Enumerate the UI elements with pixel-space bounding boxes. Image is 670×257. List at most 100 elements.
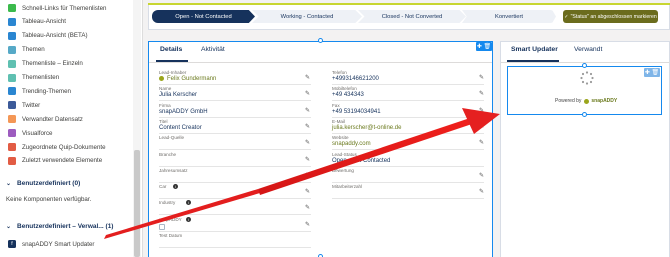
component-label: Visualforce — [22, 129, 53, 137]
path-stage-converted[interactable]: Konvertiert — [462, 10, 556, 23]
component-snapaddy-smart-updater[interactable]: f snapADDY Smart Updater — [0, 237, 133, 251]
delete-icon[interactable]: 🗑 — [652, 69, 660, 76]
component-item[interactable]: Twitter — [0, 98, 133, 112]
edit-pencil-icon[interactable]: ✎ — [305, 123, 310, 130]
component-item[interactable]: Tableau-Ansicht — [0, 15, 133, 29]
delete-icon[interactable]: 🗑 — [484, 43, 492, 50]
field-divider — [332, 100, 484, 102]
tab-details[interactable]: Details — [160, 46, 182, 53]
field-value: +4993146621200 — [332, 76, 379, 82]
component-actions[interactable]: ✚ 🗑 — [644, 68, 660, 77]
component-label: Themenliste – Einzeln — [22, 60, 83, 68]
tableau-icon — [8, 17, 16, 26]
edit-pencil-icon[interactable]: ✎ — [305, 204, 310, 211]
component-item[interactable]: Schnell-Links für Themenlisten — [0, 1, 133, 15]
tableau-beta-icon — [8, 31, 16, 40]
topics-icon — [8, 45, 16, 54]
component-actions[interactable]: ✚ 🗑 — [476, 42, 492, 51]
topic-list-single-icon — [8, 59, 16, 68]
field-value: Julia Kerscher — [159, 92, 198, 99]
component-item[interactable]: Verwandter Datensatz — [0, 112, 133, 126]
snapaddy-brand: snapADDY — [591, 98, 618, 104]
field-label: Website — [332, 135, 349, 141]
field-label: Lead-Inhaber — [159, 70, 187, 75]
path-stage-closed[interactable]: Closed - Not Converted — [358, 10, 466, 23]
move-icon[interactable]: ✚ — [477, 43, 482, 50]
resize-handle-top[interactable] — [318, 38, 323, 43]
edit-pencil-icon[interactable]: ✎ — [305, 107, 310, 114]
custom-section-header[interactable]: ⌄ Benutzerdefiniert (0) — [6, 180, 80, 187]
component-item[interactable]: Zuletzt verwendete Elemente — [0, 154, 133, 168]
field-divider — [159, 214, 311, 216]
path-stage-open[interactable]: Open - Not Contacted — [152, 10, 255, 23]
field-label: E-Mail — [332, 118, 346, 124]
component-label: Tableau-Ansicht (BETA) — [22, 32, 88, 40]
edit-pencil-icon[interactable]: ✎ — [305, 188, 310, 195]
path-accent-bar — [148, 3, 670, 5]
component-item[interactable]: Zugeordnete Quip-Dokumente — [0, 140, 133, 154]
recent-items-icon — [8, 156, 16, 165]
field-value: Open - Not Contacted — [332, 157, 391, 164]
edit-pencil-icon[interactable]: ✎ — [479, 188, 484, 195]
component-item[interactable]: Visualforce — [0, 126, 133, 140]
edit-pencil-icon[interactable]: ✎ — [479, 172, 484, 179]
component-label: Themen — [22, 46, 45, 54]
tab-activity[interactable]: Aktivität — [201, 46, 225, 53]
edit-pencil-icon[interactable]: ✎ — [479, 90, 484, 97]
field-value: +49 53194034941 — [332, 108, 381, 115]
field-divider — [159, 230, 311, 232]
field-label: Titel — [159, 118, 168, 124]
component-item[interactable]: Themenliste – Einzeln — [0, 57, 133, 71]
edit-pencil-icon[interactable]: ✎ — [479, 107, 484, 114]
component-item[interactable]: Themen — [0, 43, 133, 57]
mark-status-label: "Status" an abgeschlossen markieren — [570, 13, 657, 20]
field-divider — [332, 198, 484, 200]
field-label: Car — [159, 184, 167, 190]
related-record-icon — [8, 115, 16, 124]
component-label: Schnell-Links für Themenlisten — [22, 4, 107, 12]
edit-pencil-icon[interactable]: ✎ — [305, 172, 310, 179]
loading-spinner-icon — [580, 71, 594, 85]
edit-pencil-icon[interactable]: ✎ — [305, 156, 310, 163]
component-label: Trending-Themen — [22, 87, 71, 95]
component-item[interactable]: Themenlisten — [0, 71, 133, 85]
path-stage-working[interactable]: Working - Contacted — [252, 10, 362, 23]
managed-section-header[interactable]: ⌄ Benutzerdefiniert – Verwal... (1) — [6, 223, 113, 230]
field-divider — [159, 132, 311, 134]
edit-pencil-icon[interactable]: ✎ — [479, 123, 484, 130]
chevron-down-icon: ⌄ — [6, 181, 12, 187]
move-icon[interactable]: ✚ — [645, 69, 650, 76]
edit-pencil-icon[interactable]: ✎ — [305, 221, 310, 228]
tab-smart-updater[interactable]: Smart Updater — [511, 46, 558, 53]
resize-handle-bottom[interactable] — [582, 112, 587, 117]
field-divider — [332, 116, 484, 118]
component-item[interactable]: Trending-Themen — [0, 84, 133, 98]
help-icon[interactable]: i — [185, 216, 191, 222]
lightning-app-builder: Schnell-Links für Themenlisten Tableau-An… — [0, 0, 670, 257]
component-item[interactable]: Tableau-Ansicht (BETA) — [0, 29, 133, 43]
change-owner-icon[interactable]: ✎ — [305, 74, 310, 81]
field-label: snapADDY — [159, 216, 182, 222]
edit-pencil-icon[interactable]: ✎ — [305, 90, 310, 97]
field-value[interactable]: Felix Gundermann — [159, 76, 216, 82]
edit-pencil-icon[interactable]: ✎ — [479, 74, 484, 81]
resize-handle-top[interactable] — [582, 63, 587, 68]
component-label: Themenlisten — [22, 74, 60, 82]
powered-by-footer: Powered by snapADDY — [555, 98, 617, 104]
help-icon[interactable]: i — [172, 184, 178, 190]
sidebar-scrollbar-thumb[interactable] — [134, 150, 140, 257]
field-value: Content Creator — [159, 124, 202, 131]
field-label: Bewertung — [332, 167, 354, 173]
field-value[interactable]: julia.kerscher@t-online.de — [332, 125, 401, 131]
mark-status-complete-button[interactable]: ✓ "Status" an abgeschlossen markieren — [563, 10, 658, 23]
edit-pencil-icon[interactable]: ✎ — [305, 139, 310, 146]
field-label: Mobiltelefon — [332, 86, 357, 92]
field-label: Branche — [159, 151, 177, 157]
tab-related[interactable]: Verwandt — [574, 46, 602, 53]
edit-pencil-icon[interactable]: ✎ — [479, 139, 484, 146]
field-value[interactable]: snapaddy.com — [332, 141, 371, 147]
chevron-down-icon: ⌄ — [6, 224, 12, 230]
snapaddy-checkbox[interactable] — [159, 223, 165, 230]
tab-divider — [149, 62, 492, 63]
snapaddy-logo-icon — [584, 98, 590, 104]
